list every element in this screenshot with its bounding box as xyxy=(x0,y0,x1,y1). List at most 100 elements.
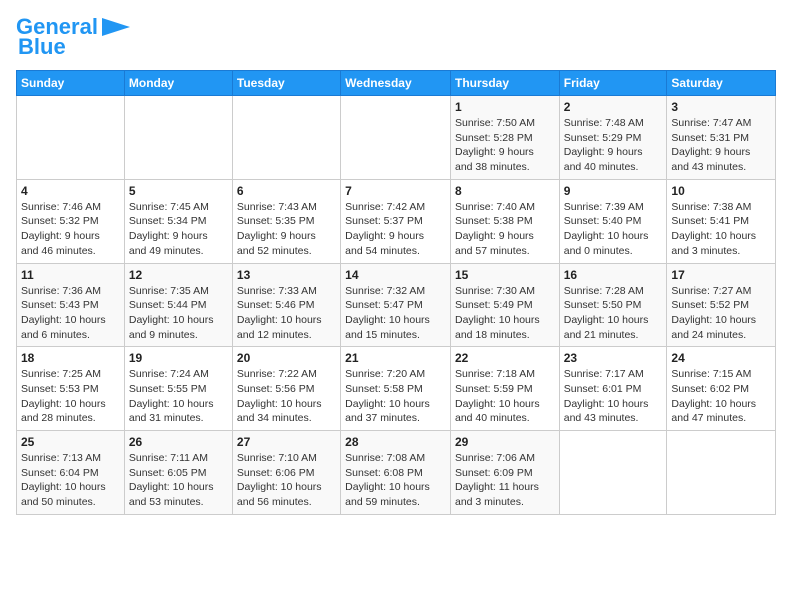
calendar-cell: 2 Sunrise: 7:48 AM Sunset: 5:29 PM Daylig… xyxy=(559,96,667,180)
day-number: 11 xyxy=(21,268,120,282)
day-info: Sunrise: 7:15 AM Sunset: 6:02 PM Dayligh… xyxy=(671,367,771,426)
day-info: Sunrise: 7:28 AM Sunset: 5:50 PM Dayligh… xyxy=(564,284,663,343)
day-info: Sunrise: 7:11 AM Sunset: 6:05 PM Dayligh… xyxy=(129,451,228,510)
day-number: 17 xyxy=(671,268,771,282)
weekday-header: Sunday xyxy=(17,71,125,96)
calendar-cell: 24 Sunrise: 7:15 AM Sunset: 6:02 PM Dayli… xyxy=(667,347,776,431)
calendar-cell: 9 Sunrise: 7:39 AM Sunset: 5:40 PM Daylig… xyxy=(559,179,667,263)
day-number: 16 xyxy=(564,268,663,282)
calendar-week-row: 25 Sunrise: 7:13 AM Sunset: 6:04 PM Dayli… xyxy=(17,431,776,515)
calendar-cell: 17 Sunrise: 7:27 AM Sunset: 5:52 PM Dayli… xyxy=(667,263,776,347)
day-number: 20 xyxy=(237,351,336,365)
calendar-cell: 8 Sunrise: 7:40 AM Sunset: 5:38 PM Daylig… xyxy=(450,179,559,263)
calendar-cell xyxy=(667,431,776,515)
calendar-cell: 6 Sunrise: 7:43 AM Sunset: 5:35 PM Daylig… xyxy=(232,179,340,263)
calendar-week-row: 11 Sunrise: 7:36 AM Sunset: 5:43 PM Dayli… xyxy=(17,263,776,347)
calendar-cell: 7 Sunrise: 7:42 AM Sunset: 5:37 PM Daylig… xyxy=(341,179,451,263)
day-info: Sunrise: 7:48 AM Sunset: 5:29 PM Dayligh… xyxy=(564,116,663,175)
day-number: 14 xyxy=(345,268,446,282)
weekday-header: Friday xyxy=(559,71,667,96)
day-info: Sunrise: 7:33 AM Sunset: 5:46 PM Dayligh… xyxy=(237,284,336,343)
day-info: Sunrise: 7:50 AM Sunset: 5:28 PM Dayligh… xyxy=(455,116,555,175)
calendar-cell: 13 Sunrise: 7:33 AM Sunset: 5:46 PM Dayli… xyxy=(232,263,340,347)
day-info: Sunrise: 7:36 AM Sunset: 5:43 PM Dayligh… xyxy=(21,284,120,343)
day-number: 22 xyxy=(455,351,555,365)
day-info: Sunrise: 7:30 AM Sunset: 5:49 PM Dayligh… xyxy=(455,284,555,343)
calendar-cell: 4 Sunrise: 7:46 AM Sunset: 5:32 PM Daylig… xyxy=(17,179,125,263)
calendar-cell: 27 Sunrise: 7:10 AM Sunset: 6:06 PM Dayli… xyxy=(232,431,340,515)
day-info: Sunrise: 7:20 AM Sunset: 5:58 PM Dayligh… xyxy=(345,367,446,426)
day-info: Sunrise: 7:25 AM Sunset: 5:53 PM Dayligh… xyxy=(21,367,120,426)
day-info: Sunrise: 7:08 AM Sunset: 6:08 PM Dayligh… xyxy=(345,451,446,510)
calendar-cell: 16 Sunrise: 7:28 AM Sunset: 5:50 PM Dayli… xyxy=(559,263,667,347)
calendar-cell xyxy=(559,431,667,515)
day-number: 19 xyxy=(129,351,228,365)
day-number: 25 xyxy=(21,435,120,449)
day-info: Sunrise: 7:18 AM Sunset: 5:59 PM Dayligh… xyxy=(455,367,555,426)
day-info: Sunrise: 7:45 AM Sunset: 5:34 PM Dayligh… xyxy=(129,200,228,259)
calendar-cell: 3 Sunrise: 7:47 AM Sunset: 5:31 PM Daylig… xyxy=(667,96,776,180)
calendar-cell: 11 Sunrise: 7:36 AM Sunset: 5:43 PM Dayli… xyxy=(17,263,125,347)
calendar-cell xyxy=(124,96,232,180)
calendar-cell: 15Sunrise: 7:30 AM Sunset: 5:49 PM Dayli… xyxy=(450,263,559,347)
calendar-header: SundayMondayTuesdayWednesdayThursdayFrid… xyxy=(17,71,776,96)
calendar-cell: 26 Sunrise: 7:11 AM Sunset: 6:05 PM Dayli… xyxy=(124,431,232,515)
day-info: Sunrise: 7:43 AM Sunset: 5:35 PM Dayligh… xyxy=(237,200,336,259)
day-number: 24 xyxy=(671,351,771,365)
calendar-week-row: 4 Sunrise: 7:46 AM Sunset: 5:32 PM Daylig… xyxy=(17,179,776,263)
logo: General Blue xyxy=(16,16,130,60)
day-info: Sunrise: 7:22 AM Sunset: 5:56 PM Dayligh… xyxy=(237,367,336,426)
calendar-body: 1Sunrise: 7:50 AM Sunset: 5:28 PM Daylig… xyxy=(17,96,776,515)
day-number: 27 xyxy=(237,435,336,449)
calendar-cell: 18Sunrise: 7:25 AM Sunset: 5:53 PM Dayli… xyxy=(17,347,125,431)
day-info: Sunrise: 7:10 AM Sunset: 6:06 PM Dayligh… xyxy=(237,451,336,510)
calendar-cell: 19 Sunrise: 7:24 AM Sunset: 5:55 PM Dayli… xyxy=(124,347,232,431)
calendar-cell: 25 Sunrise: 7:13 AM Sunset: 6:04 PM Dayli… xyxy=(17,431,125,515)
calendar-cell: 23Sunrise: 7:17 AM Sunset: 6:01 PM Dayli… xyxy=(559,347,667,431)
calendar-table: SundayMondayTuesdayWednesdayThursdayFrid… xyxy=(16,70,776,515)
logo-arrow-icon xyxy=(102,18,130,36)
day-info: Sunrise: 7:27 AM Sunset: 5:52 PM Dayligh… xyxy=(671,284,771,343)
calendar-cell xyxy=(232,96,340,180)
calendar-cell: 28 Sunrise: 7:08 AM Sunset: 6:08 PM Dayli… xyxy=(341,431,451,515)
day-number: 8 xyxy=(455,184,555,198)
calendar-cell: 20 Sunrise: 7:22 AM Sunset: 5:56 PM Dayli… xyxy=(232,347,340,431)
calendar-cell: 10 Sunrise: 7:38 AM Sunset: 5:41 PM Dayli… xyxy=(667,179,776,263)
day-info: Sunrise: 7:35 AM Sunset: 5:44 PM Dayligh… xyxy=(129,284,228,343)
day-number: 2 xyxy=(564,100,663,114)
day-number: 4 xyxy=(21,184,120,198)
day-info: Sunrise: 7:38 AM Sunset: 5:41 PM Dayligh… xyxy=(671,200,771,259)
day-info: Sunrise: 7:17 AM Sunset: 6:01 PM Dayligh… xyxy=(564,367,663,426)
page-header: General Blue xyxy=(16,16,776,60)
day-number: 9 xyxy=(564,184,663,198)
day-number: 26 xyxy=(129,435,228,449)
weekday-header: Thursday xyxy=(450,71,559,96)
day-info: Sunrise: 7:39 AM Sunset: 5:40 PM Dayligh… xyxy=(564,200,663,259)
calendar-cell: 29Sunrise: 7:06 AM Sunset: 6:09 PM Dayli… xyxy=(450,431,559,515)
day-number: 13 xyxy=(237,268,336,282)
day-number: 6 xyxy=(237,184,336,198)
calendar-cell xyxy=(17,96,125,180)
calendar-cell: 21 Sunrise: 7:20 AM Sunset: 5:58 PM Dayli… xyxy=(341,347,451,431)
day-info: Sunrise: 7:46 AM Sunset: 5:32 PM Dayligh… xyxy=(21,200,120,259)
weekday-header: Wednesday xyxy=(341,71,451,96)
day-number: 5 xyxy=(129,184,228,198)
day-info: Sunrise: 7:40 AM Sunset: 5:38 PM Dayligh… xyxy=(455,200,555,259)
calendar-cell: 14Sunrise: 7:32 AM Sunset: 5:47 PM Dayli… xyxy=(341,263,451,347)
day-number: 3 xyxy=(671,100,771,114)
calendar-cell: 5 Sunrise: 7:45 AM Sunset: 5:34 PM Daylig… xyxy=(124,179,232,263)
day-number: 28 xyxy=(345,435,446,449)
calendar-week-row: 18Sunrise: 7:25 AM Sunset: 5:53 PM Dayli… xyxy=(17,347,776,431)
calendar-cell xyxy=(341,96,451,180)
calendar-week-row: 1Sunrise: 7:50 AM Sunset: 5:28 PM Daylig… xyxy=(17,96,776,180)
day-info: Sunrise: 7:24 AM Sunset: 5:55 PM Dayligh… xyxy=(129,367,228,426)
day-number: 7 xyxy=(345,184,446,198)
day-info: Sunrise: 7:42 AM Sunset: 5:37 PM Dayligh… xyxy=(345,200,446,259)
weekday-header: Monday xyxy=(124,71,232,96)
day-info: Sunrise: 7:13 AM Sunset: 6:04 PM Dayligh… xyxy=(21,451,120,510)
day-number: 10 xyxy=(671,184,771,198)
day-number: 21 xyxy=(345,351,446,365)
weekday-header: Saturday xyxy=(667,71,776,96)
day-info: Sunrise: 7:06 AM Sunset: 6:09 PM Dayligh… xyxy=(455,451,555,510)
day-info: Sunrise: 7:47 AM Sunset: 5:31 PM Dayligh… xyxy=(671,116,771,175)
